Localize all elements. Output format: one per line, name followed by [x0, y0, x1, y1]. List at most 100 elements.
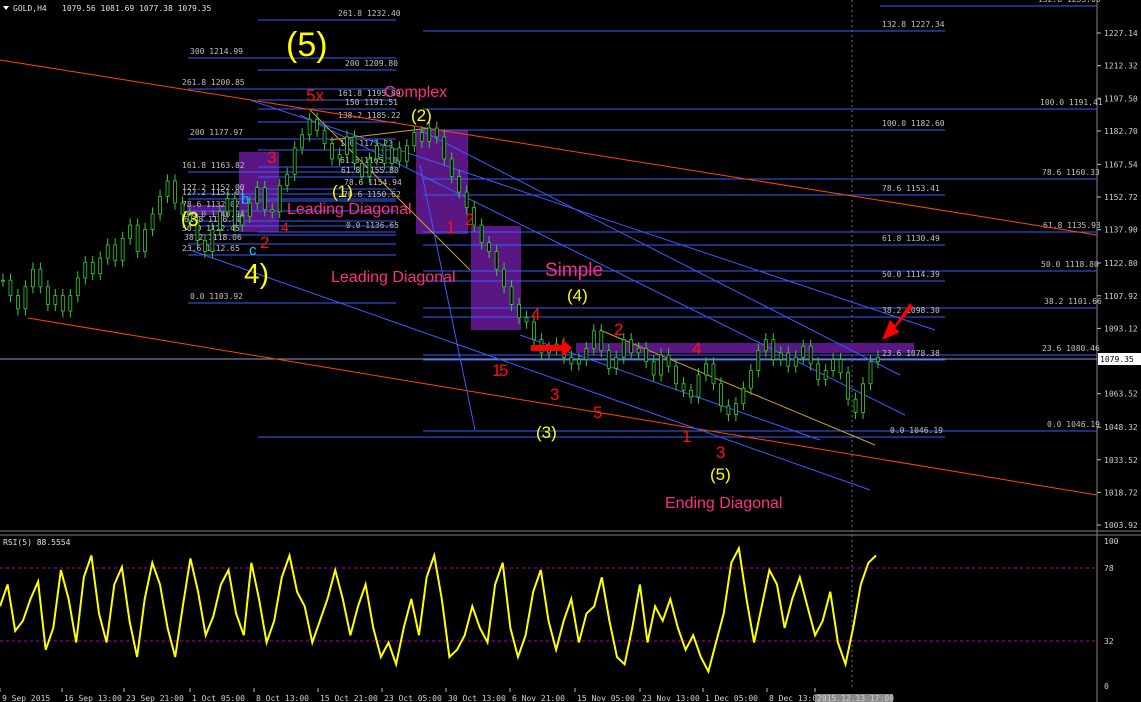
arrow-right-icon: [531, 339, 572, 357]
candle-body: [726, 405, 731, 416]
candle-body: [300, 134, 305, 149]
price-chart[interactable]: GOLD,H4 1079.56 1081.69 1077.38 1079.35 …: [0, 0, 1141, 702]
candle-body: [771, 339, 776, 360]
candle-body: [838, 359, 843, 374]
candle-body: [449, 158, 454, 177]
candle-body: [674, 365, 678, 385]
candle-body: [83, 262, 88, 279]
candle-body: [569, 356, 574, 365]
candle-body: [367, 158, 372, 177]
wave-label-red: 4: [531, 305, 540, 324]
wave-label-cyan: b: [241, 191, 249, 208]
candle-body: [53, 295, 58, 305]
fib-level-label: 132.8 1233.00: [1038, 0, 1101, 4]
wave-label-red: 2: [465, 210, 474, 229]
candle-body: [23, 286, 28, 310]
candle-body: [382, 145, 387, 164]
price-tick-label: 1107.92: [1104, 292, 1138, 301]
trend-line: [189, 249, 871, 491]
candle-body: [262, 187, 267, 211]
price-tick-label: 1048.32: [1104, 423, 1138, 432]
wave-label-red: 5x: [306, 86, 324, 105]
candle-body: [861, 383, 865, 413]
fib-level-label: 132.8 1227.34: [882, 20, 945, 29]
candle-body: [322, 129, 327, 144]
candle-body: [337, 154, 342, 160]
fib-level-label: 78.6 1132.02: [182, 200, 240, 209]
wave-label-red: 3: [550, 385, 559, 404]
zone-box: [471, 226, 521, 330]
price-tick-label: 1018.72: [1104, 488, 1138, 497]
wave-label-red: 1: [446, 218, 455, 237]
candle-body: [158, 196, 162, 215]
fib-level-label: 0.0 1046.19: [1047, 420, 1100, 429]
candle-body: [75, 277, 80, 296]
candle-body: [651, 361, 656, 376]
candle-body: [427, 127, 432, 142]
candle-body: [128, 224, 133, 239]
candle-body: [666, 354, 671, 367]
fib-level-label: 0.0 1103.92: [190, 292, 243, 301]
candle-body: [255, 187, 260, 204]
dropdown-icon[interactable]: [3, 6, 9, 10]
wave-label-red: 2: [614, 320, 623, 339]
candle-body: [876, 356, 880, 363]
price-tick-label: 1033.52: [1104, 456, 1138, 465]
candle-body: [704, 363, 708, 376]
candle-body: [793, 356, 798, 367]
annotation-text: Leading Diagonal: [331, 269, 456, 286]
annotation-text: Simple: [545, 260, 603, 281]
candle-body: [644, 348, 649, 363]
fib-level-label: 78.6 1153.41: [882, 184, 940, 193]
candle-body: [360, 162, 364, 177]
candle-body: [419, 132, 424, 142]
rsi-line: [0, 545, 877, 675]
candle-body: [120, 237, 125, 261]
price-tick-label: 1167.54: [1104, 160, 1138, 169]
candle-body: [502, 268, 506, 288]
trend-line: [0, 59, 1098, 236]
candle-body: [412, 132, 417, 147]
candle-body: [135, 224, 140, 252]
fib-level-label: 261.8 1200.85: [182, 78, 245, 87]
candle-body: [494, 251, 499, 270]
candle-body: [741, 387, 746, 404]
fib-level-label: 50.0 1114.39: [882, 270, 940, 279]
fib-level-label: 0.0 1046.19: [890, 426, 943, 435]
time-tick-label: 1 Oct 05:00: [192, 694, 245, 702]
time-tick-label: 23 Oct 05:00: [384, 694, 442, 702]
candle-body: [113, 244, 118, 261]
price-tick-label: 1182.70: [1104, 127, 1138, 136]
candle-body: [719, 383, 723, 407]
candle-body: [487, 242, 492, 252]
candle-body: [143, 229, 147, 252]
price-tick-label: 1227.14: [1104, 29, 1138, 38]
price-tick-label: 1197.50: [1104, 94, 1138, 103]
candle-body: [584, 348, 589, 360]
candle-body: [711, 363, 716, 385]
wave-label-yellow: (5): [710, 465, 731, 484]
candle-body: [1, 279, 5, 282]
candle-body: [808, 345, 813, 365]
wave-label-red: 5: [499, 361, 508, 380]
candle-body: [591, 330, 596, 349]
wave-label-red: 4: [692, 339, 701, 358]
annotation-text: Leading Diagonal: [287, 201, 412, 218]
candle-body: [16, 295, 20, 310]
candle-body: [60, 295, 65, 312]
time-tick-label: 30 Oct 13:00: [448, 694, 506, 702]
candle-body: [45, 286, 50, 305]
fib-level-label: 100.0 1191.41: [1040, 98, 1103, 107]
price-tick-label: 1152.72: [1104, 193, 1138, 202]
candle-body: [292, 147, 297, 175]
candle-body: [696, 374, 701, 398]
candle-body: [270, 209, 275, 213]
wave-label-yellow: (3: [181, 209, 199, 231]
time-tick-label: 2015.12.13 17:00: [817, 694, 894, 702]
candle-body: [636, 348, 641, 354]
candle-body: [786, 352, 791, 367]
time-tick-label: 15 Nov 05:00: [577, 694, 635, 702]
price-tick-label: 1122.80: [1104, 259, 1138, 268]
time-axis: 9 Sep 2015 16 Sep 13:00 23 Sep 21:00 1 Oct …: [0, 688, 894, 702]
candle-body: [232, 198, 237, 226]
